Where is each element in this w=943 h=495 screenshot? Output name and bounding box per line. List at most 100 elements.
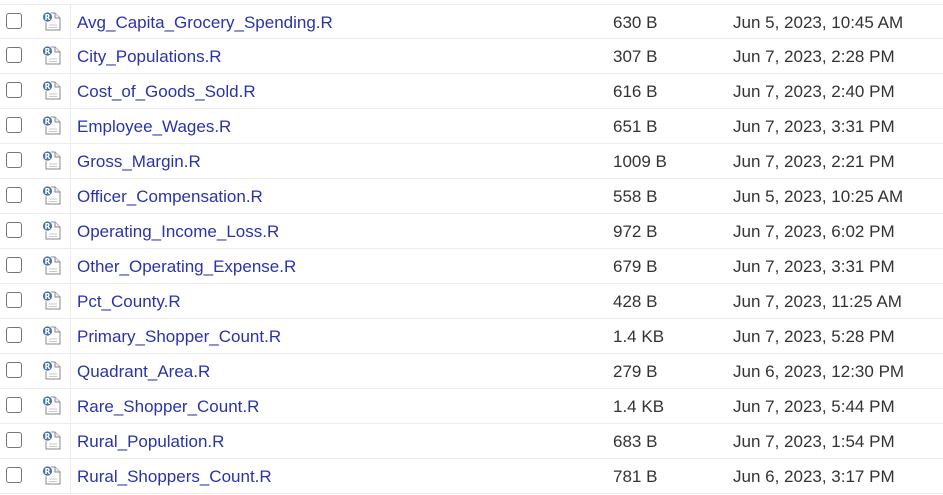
- svg-text:R: R: [45, 82, 51, 91]
- file-row[interactable]: R Cost_of_Goods_Sold.R 616 B Jun 7, 2023…: [0, 74, 943, 109]
- file-name-link[interactable]: Officer_Compensation.R: [77, 187, 263, 207]
- file-size: 1.4 KB: [613, 397, 665, 416]
- svg-text:R: R: [45, 397, 51, 406]
- file-size: 558 B: [613, 187, 658, 206]
- file-name-link[interactable]: Quadrant_Area.R: [77, 362, 210, 382]
- svg-text:R: R: [45, 292, 51, 301]
- name-cell: Rural_Shoppers_Count.R: [70, 459, 606, 494]
- r-file-icon: R: [41, 10, 63, 32]
- svg-text:R: R: [45, 362, 51, 371]
- select-checkbox[interactable]: [6, 257, 22, 273]
- file-modified: Jun 7, 2023, 5:44 PM: [733, 397, 895, 416]
- file-row[interactable]: R Rural_Shoppers_Count.R 781 B Jun 6, 20…: [0, 459, 943, 494]
- file-size: 616 B: [613, 82, 658, 101]
- name-cell: Primary_Shopper_Count.R: [70, 319, 606, 354]
- file-row[interactable]: R Officer_Compensation.R 558 B Jun 5, 20…: [0, 179, 943, 214]
- select-checkbox[interactable]: [6, 292, 22, 308]
- svg-text:R: R: [45, 187, 51, 196]
- file-name-link[interactable]: Employee_Wages.R: [77, 117, 231, 137]
- file-name-link[interactable]: Cost_of_Goods_Sold.R: [77, 82, 256, 102]
- file-name-link[interactable]: Operating_Income_Loss.R: [77, 222, 279, 242]
- file-row[interactable]: R City_Populations.R 307 B Jun 7, 2023, …: [0, 39, 943, 74]
- name-cell: Rare_Shopper_Count.R: [70, 389, 606, 424]
- name-cell: Operating_Income_Loss.R: [70, 214, 606, 249]
- r-file-icon: R: [41, 464, 63, 486]
- file-name-link[interactable]: Primary_Shopper_Count.R: [77, 327, 281, 347]
- r-file-icon: R: [41, 149, 63, 171]
- file-modified: Jun 5, 2023, 10:25 AM: [733, 187, 904, 206]
- svg-text:R: R: [45, 327, 51, 336]
- select-checkbox[interactable]: [6, 187, 22, 203]
- file-row[interactable]: R Avg_Capita_Grocery_Spending.R 630 B Ju…: [0, 4, 943, 40]
- file-size: 428 B: [613, 292, 658, 311]
- file-name-link[interactable]: Gross_Margin.R: [77, 152, 201, 172]
- file-row[interactable]: R Employee_Wages.R 651 B Jun 7, 2023, 3:…: [0, 109, 943, 144]
- file-row[interactable]: R Primary_Shopper_Count.R 1.4 KB Jun 7, …: [0, 319, 943, 354]
- file-name-link[interactable]: Rural_Shoppers_Count.R: [77, 467, 272, 487]
- select-checkbox[interactable]: [6, 222, 22, 238]
- file-size: 781 B: [613, 467, 658, 486]
- name-cell: Employee_Wages.R: [70, 109, 606, 144]
- name-cell: Cost_of_Goods_Sold.R: [70, 74, 606, 109]
- select-checkbox[interactable]: [6, 82, 22, 98]
- svg-text:R: R: [45, 257, 51, 266]
- file-size: 972 B: [613, 222, 658, 241]
- file-size: 1.4 KB: [613, 327, 665, 346]
- file-name-link[interactable]: Avg_Capita_Grocery_Spending.R: [77, 13, 333, 33]
- name-cell: Rural_Population.R: [70, 424, 606, 459]
- file-row[interactable]: R Rare_Shopper_Count.R 1.4 KB Jun 7, 202…: [0, 389, 943, 424]
- svg-text:R: R: [45, 117, 51, 126]
- select-checkbox[interactable]: [6, 117, 22, 133]
- file-modified: Jun 5, 2023, 10:45 AM: [733, 13, 904, 32]
- r-file-icon: R: [41, 394, 63, 416]
- select-checkbox[interactable]: [6, 362, 22, 378]
- file-row[interactable]: R Rural_Population.R 683 B Jun 7, 2023, …: [0, 424, 943, 459]
- select-checkbox[interactable]: [6, 327, 22, 343]
- file-modified: Jun 7, 2023, 3:31 PM: [733, 257, 895, 276]
- select-checkbox[interactable]: [6, 397, 22, 413]
- r-file-icon: R: [41, 429, 63, 451]
- name-cell: City_Populations.R: [70, 39, 606, 74]
- file-modified: Jun 7, 2023, 5:28 PM: [733, 327, 895, 346]
- file-size: 651 B: [613, 117, 658, 136]
- svg-text:R: R: [45, 47, 51, 56]
- select-checkbox[interactable]: [6, 152, 22, 168]
- file-size: 683 B: [613, 432, 658, 451]
- file-modified: Jun 7, 2023, 2:28 PM: [733, 47, 895, 66]
- file-modified: Jun 7, 2023, 2:40 PM: [733, 82, 895, 101]
- file-size: 279 B: [613, 362, 658, 381]
- r-file-icon: R: [41, 44, 63, 66]
- select-checkbox[interactable]: [6, 13, 22, 29]
- file-row[interactable]: R Quadrant_Area.R 279 B Jun 6, 2023, 12:…: [0, 354, 943, 389]
- r-file-icon: R: [41, 114, 63, 136]
- file-name-link[interactable]: Other_Operating_Expense.R: [77, 257, 296, 277]
- svg-text:R: R: [45, 467, 51, 476]
- file-row[interactable]: R Operating_Income_Loss.R 972 B Jun 7, 2…: [0, 214, 943, 249]
- r-file-icon: R: [41, 289, 63, 311]
- file-size: 679 B: [613, 257, 658, 276]
- name-cell: Pct_County.R: [70, 284, 606, 319]
- name-cell: Avg_Capita_Grocery_Spending.R: [70, 5, 606, 40]
- r-file-icon: R: [41, 79, 63, 101]
- select-checkbox[interactable]: [6, 467, 22, 483]
- select-checkbox[interactable]: [6, 432, 22, 448]
- select-checkbox[interactable]: [6, 47, 22, 63]
- file-modified: Jun 7, 2023, 11:25 AM: [733, 292, 902, 311]
- r-file-icon: R: [41, 359, 63, 381]
- file-row[interactable]: R Pct_County.R 428 B Jun 7, 2023, 11:25 …: [0, 284, 943, 319]
- file-list: R Avg_Capita_Grocery_Spending.R 630 B Ju…: [0, 4, 943, 494]
- file-modified: Jun 7, 2023, 3:31 PM: [733, 117, 895, 136]
- svg-text:R: R: [45, 432, 51, 441]
- file-row[interactable]: R Other_Operating_Expense.R 679 B Jun 7,…: [0, 249, 943, 284]
- file-modified: Jun 6, 2023, 3:17 PM: [733, 467, 895, 486]
- name-cell: Quadrant_Area.R: [70, 354, 606, 389]
- file-name-link[interactable]: City_Populations.R: [77, 47, 222, 67]
- name-cell: Other_Operating_Expense.R: [70, 249, 606, 284]
- file-row[interactable]: R Gross_Margin.R 1009 B Jun 7, 2023, 2:2…: [0, 144, 943, 179]
- file-name-link[interactable]: Rural_Population.R: [77, 432, 224, 452]
- svg-text:R: R: [45, 222, 51, 231]
- r-file-icon: R: [41, 324, 63, 346]
- file-name-link[interactable]: Rare_Shopper_Count.R: [77, 397, 259, 417]
- name-cell: Officer_Compensation.R: [70, 179, 606, 214]
- file-name-link[interactable]: Pct_County.R: [77, 292, 181, 312]
